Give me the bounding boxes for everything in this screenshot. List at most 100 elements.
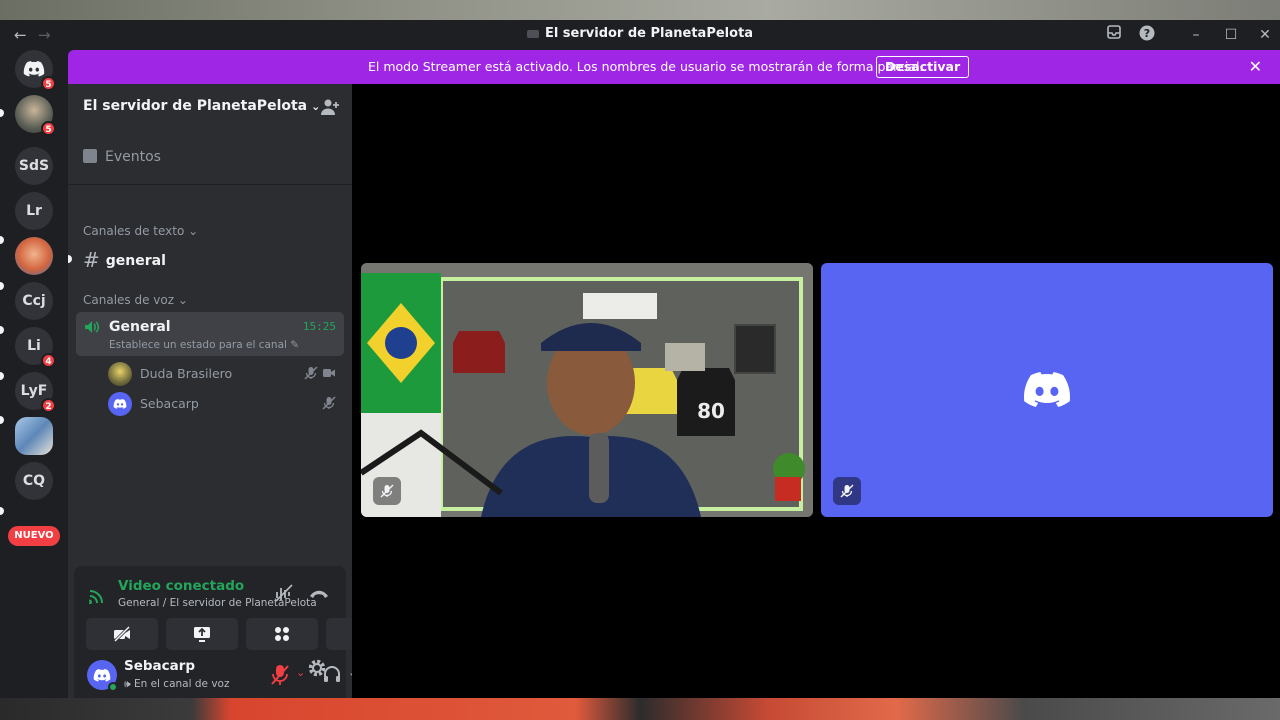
server-icon-li[interactable]: Li 4 [15, 327, 56, 368]
server-icon-lr[interactable]: Lr [15, 192, 53, 230]
user-panel: Sebacarp 🕪 En el canal de voz ⌄ ⌄ [74, 654, 357, 702]
unread-pip [0, 109, 4, 117]
unread-pip [68, 255, 72, 263]
unread-pip [0, 236, 4, 244]
discord-logo-icon [23, 61, 45, 77]
voice-user-name: Sebacarp [140, 396, 199, 411]
username: Sebacarp [124, 658, 196, 674]
avatar [108, 392, 132, 416]
svg-text:80: 80 [697, 399, 725, 423]
maximize-icon[interactable]: ☐ [1221, 25, 1241, 45]
chevron-down-icon: ⌄ [311, 100, 321, 113]
discord-logo-icon [93, 669, 111, 682]
notification-badge: 2 [41, 398, 56, 413]
muted-mic-icon [840, 484, 854, 498]
discord-window: ← → El servidor de PlanetaPelota ? – ☐ ✕… [0, 20, 1280, 702]
server-icon-ccj[interactable]: Ccj [15, 282, 53, 320]
channel-general[interactable]: # general [83, 248, 166, 272]
invite-people-icon[interactable] [320, 98, 340, 116]
desktop-backdrop-bottom [0, 698, 1280, 720]
server-icon-lyf[interactable]: LyF 2 [15, 372, 56, 413]
muted-mic-icon [304, 366, 318, 380]
online-status-dot [108, 682, 118, 692]
channel-sidebar: El servidor de PlanetaPelota ⌄ Eventos Ca… [68, 84, 398, 702]
muted-mic-icon [322, 396, 336, 410]
notification-badge: 5 [41, 121, 56, 136]
tile-mute-indicator [373, 477, 401, 505]
unread-pip [0, 372, 4, 380]
text-channels-category[interactable]: Canales de texto ⌄ [83, 224, 198, 238]
close-banner-icon[interactable]: ✕ [1249, 57, 1262, 76]
settings-gear-icon[interactable] [307, 658, 327, 678]
speaker-mini-icon: 🕪 [124, 678, 131, 690]
voice-channel-general[interactable]: General 15:25 Establece un estado para e… [76, 312, 344, 356]
streamer-mode-banner: El modo Streamer está activado. Los nomb… [68, 50, 1280, 84]
camera-tile[interactable]: 80 [361, 263, 813, 517]
chevron-down-icon: ⌄ [177, 293, 188, 307]
deactivate-button[interactable]: Desactivar [876, 56, 970, 78]
disconnect-icon[interactable] [308, 586, 330, 600]
tile-mute-indicator [833, 477, 861, 505]
server-mini-icon [526, 29, 539, 38]
inbox-icon[interactable] [1104, 25, 1124, 45]
events-item[interactable]: Eventos [83, 149, 161, 165]
voice-channel-name: General [109, 319, 171, 335]
activities-icon [275, 627, 289, 641]
window-title: El servidor de PlanetaPelota [0, 26, 1280, 41]
discord-logo-icon [113, 399, 127, 409]
screen-share-icon [194, 627, 210, 642]
voice-channels-category[interactable]: Canales de voz ⌄ [83, 293, 188, 307]
banner-message: El modo Streamer está activado. Los nomb… [368, 59, 924, 74]
direct-messages-button[interactable]: 5 [15, 50, 56, 91]
help-icon[interactable]: ? [1137, 25, 1157, 45]
voice-user[interactable]: Sebacarp [108, 391, 344, 417]
chevron-down-icon[interactable]: ⌄ [296, 666, 305, 679]
activities-button[interactable] [246, 618, 318, 650]
webcam-feed-image: 80 [361, 263, 813, 517]
avatar [108, 362, 132, 386]
user-status: 🕪 En el canal de voz [124, 678, 230, 690]
server-name: El servidor de PlanetaPelota [83, 98, 308, 114]
voice-timer: 15:25 [302, 320, 336, 333]
signal-icon[interactable] [89, 588, 107, 604]
voice-actions [86, 618, 398, 652]
speaker-icon [85, 321, 99, 333]
server-header[interactable]: El servidor de PlanetaPelota ⌄ [68, 84, 352, 130]
notification-badge: 4 [41, 353, 56, 368]
noise-suppression-icon[interactable] [274, 584, 294, 602]
server-icon-cq[interactable]: CQ [15, 462, 53, 500]
channel-status-placeholder[interactable]: Establece un estado para el canal ✎ [109, 339, 299, 351]
video-stage: 80 [352, 84, 1280, 698]
unread-pip [0, 282, 4, 290]
server-icon-sds[interactable]: SdS [15, 147, 53, 185]
server-icon-image[interactable] [15, 417, 53, 455]
server-list: 5 5 SdS Lr Ccj Li 4 LyF 2 CQ NUEVO [0, 50, 68, 698]
divider [68, 184, 352, 185]
muted-mic-icon[interactable] [270, 664, 290, 686]
svg-text:?: ? [1144, 27, 1150, 40]
notification-badge: 5 [41, 76, 56, 91]
new-badge[interactable]: NUEVO [8, 526, 60, 546]
title-bar: ← → El servidor de PlanetaPelota ? – ☐ ✕ [0, 20, 1280, 50]
minimize-icon[interactable]: – [1186, 25, 1206, 45]
hash-icon: # [83, 248, 100, 272]
voice-user-name: Duda Brasilero [140, 366, 233, 381]
server-icon-avatar[interactable]: 5 [15, 95, 56, 136]
unread-pip [0, 507, 4, 515]
avatar-tile[interactable] [821, 263, 1273, 517]
discord-logo-icon [1024, 372, 1071, 407]
video-camera-icon [323, 369, 335, 377]
muted-mic-icon [380, 484, 394, 498]
server-icon-photo[interactable] [15, 237, 53, 275]
connection-state: Video conectado [118, 578, 245, 594]
screen-share-button[interactable] [166, 618, 238, 650]
close-window-icon[interactable]: ✕ [1255, 25, 1275, 45]
camera-off-icon [113, 626, 131, 642]
chevron-down-icon: ⌄ [188, 224, 199, 238]
calendar-icon [83, 149, 97, 163]
unread-pip [0, 326, 4, 334]
unread-pip [0, 416, 4, 424]
camera-toggle-button[interactable] [86, 618, 158, 650]
desktop-backdrop-top [0, 0, 1280, 20]
voice-user[interactable]: Duda Brasilero [108, 361, 344, 387]
